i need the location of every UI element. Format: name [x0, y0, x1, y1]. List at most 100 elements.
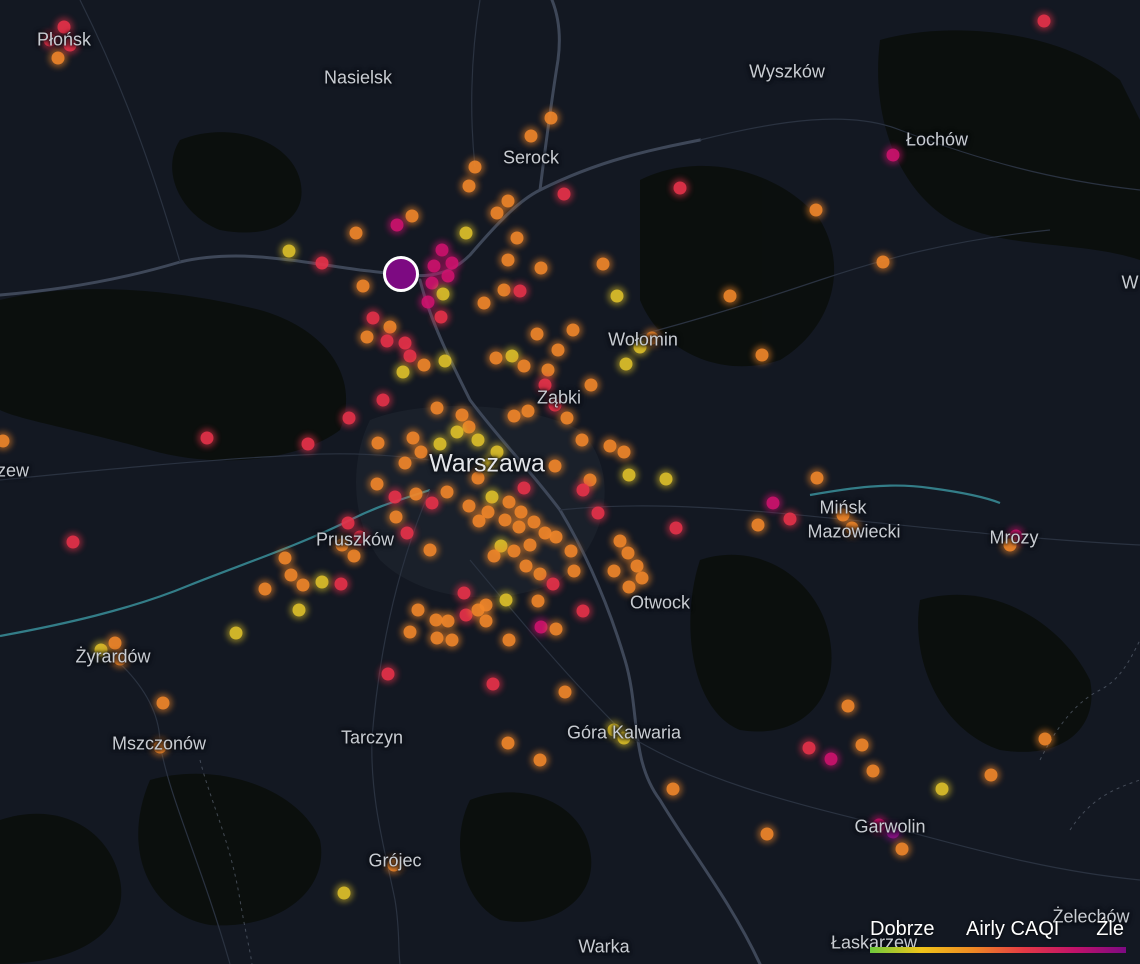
station-marker[interactable]: [477, 296, 491, 310]
station-marker[interactable]: [564, 544, 578, 558]
station-marker[interactable]: [584, 378, 598, 392]
station-marker[interactable]: [353, 530, 367, 544]
station-marker[interactable]: [334, 577, 348, 591]
station-marker[interactable]: [94, 643, 108, 657]
station-marker[interactable]: [613, 534, 627, 548]
station-marker[interactable]: [388, 490, 402, 504]
station-marker[interactable]: [548, 459, 562, 473]
station-marker[interactable]: [434, 310, 448, 324]
station-marker[interactable]: [607, 564, 621, 578]
station-marker[interactable]: [156, 696, 170, 710]
station-marker[interactable]: [0, 434, 10, 448]
station-marker[interactable]: [621, 546, 635, 560]
station-marker[interactable]: [229, 626, 243, 640]
station-marker[interactable]: [438, 354, 452, 368]
station-marker[interactable]: [468, 160, 482, 174]
station-marker[interactable]: [335, 538, 349, 552]
station-marker[interactable]: [760, 827, 774, 841]
station-marker[interactable]: [557, 187, 571, 201]
station-marker[interactable]: [523, 538, 537, 552]
station-marker[interactable]: [497, 283, 511, 297]
station-marker[interactable]: [622, 580, 636, 594]
station-marker[interactable]: [886, 148, 900, 162]
station-marker[interactable]: [436, 287, 450, 301]
station-marker[interactable]: [462, 179, 476, 193]
station-marker[interactable]: [400, 526, 414, 540]
station-marker[interactable]: [398, 456, 412, 470]
station-marker[interactable]: [1003, 538, 1017, 552]
station-marker[interactable]: [501, 736, 515, 750]
station-marker[interactable]: [524, 129, 538, 143]
station-marker[interactable]: [486, 677, 500, 691]
station-marker[interactable]: [450, 425, 464, 439]
station-marker[interactable]: [63, 38, 77, 52]
station-marker[interactable]: [824, 752, 838, 766]
station-marker[interactable]: [507, 409, 521, 423]
station-marker[interactable]: [538, 378, 552, 392]
station-marker[interactable]: [423, 543, 437, 557]
station-marker[interactable]: [1038, 732, 1052, 746]
station-marker[interactable]: [370, 477, 384, 491]
station-marker[interactable]: [876, 255, 890, 269]
station-marker[interactable]: [409, 487, 423, 501]
selected-station-marker[interactable]: [383, 256, 419, 292]
station-marker[interactable]: [501, 194, 515, 208]
station-marker[interactable]: [414, 445, 428, 459]
station-marker[interactable]: [479, 614, 493, 628]
station-marker[interactable]: [546, 577, 560, 591]
station-marker[interactable]: [544, 111, 558, 125]
station-marker[interactable]: [619, 357, 633, 371]
station-marker[interactable]: [457, 586, 471, 600]
station-marker[interactable]: [405, 209, 419, 223]
station-marker[interactable]: [341, 516, 355, 530]
station-marker[interactable]: [836, 508, 850, 522]
station-marker[interactable]: [430, 631, 444, 645]
station-marker[interactable]: [576, 483, 590, 497]
station-marker[interactable]: [490, 206, 504, 220]
station-marker[interactable]: [549, 530, 563, 544]
station-marker[interactable]: [366, 311, 380, 325]
station-marker[interactable]: [512, 520, 526, 534]
station-marker[interactable]: [507, 544, 521, 558]
station-marker[interactable]: [292, 603, 306, 617]
station-marker[interactable]: [607, 723, 621, 737]
station-marker[interactable]: [315, 575, 329, 589]
station-marker[interactable]: [809, 203, 823, 217]
station-marker[interactable]: [659, 472, 673, 486]
station-marker[interactable]: [502, 495, 516, 509]
station-marker[interactable]: [258, 582, 272, 596]
station-marker[interactable]: [425, 276, 439, 290]
station-marker[interactable]: [645, 331, 659, 345]
station-marker[interactable]: [984, 768, 998, 782]
station-marker[interactable]: [57, 20, 71, 34]
station-marker[interactable]: [481, 458, 495, 472]
station-marker[interactable]: [485, 490, 499, 504]
station-marker[interactable]: [389, 510, 403, 524]
station-marker[interactable]: [398, 336, 412, 350]
station-marker[interactable]: [356, 279, 370, 293]
station-marker[interactable]: [455, 408, 469, 422]
station-marker[interactable]: [489, 351, 503, 365]
station-marker[interactable]: [487, 549, 501, 563]
station-marker[interactable]: [521, 404, 535, 418]
station-marker[interactable]: [441, 614, 455, 628]
station-marker[interactable]: [866, 764, 880, 778]
station-marker[interactable]: [935, 782, 949, 796]
station-marker[interactable]: [406, 431, 420, 445]
station-marker[interactable]: [433, 437, 447, 451]
station-marker[interactable]: [669, 521, 683, 535]
station-marker[interactable]: [810, 471, 824, 485]
station-marker[interactable]: [43, 33, 57, 47]
station-marker[interactable]: [403, 625, 417, 639]
station-marker[interactable]: [533, 567, 547, 581]
station-marker[interactable]: [390, 218, 404, 232]
station-marker[interactable]: [551, 343, 565, 357]
station-marker[interactable]: [591, 506, 605, 520]
station-marker[interactable]: [51, 51, 65, 65]
station-marker[interactable]: [417, 358, 431, 372]
station-marker[interactable]: [673, 181, 687, 195]
station-marker[interactable]: [445, 256, 459, 270]
station-marker[interactable]: [462, 420, 476, 434]
station-marker[interactable]: [498, 513, 512, 527]
station-marker[interactable]: [411, 603, 425, 617]
